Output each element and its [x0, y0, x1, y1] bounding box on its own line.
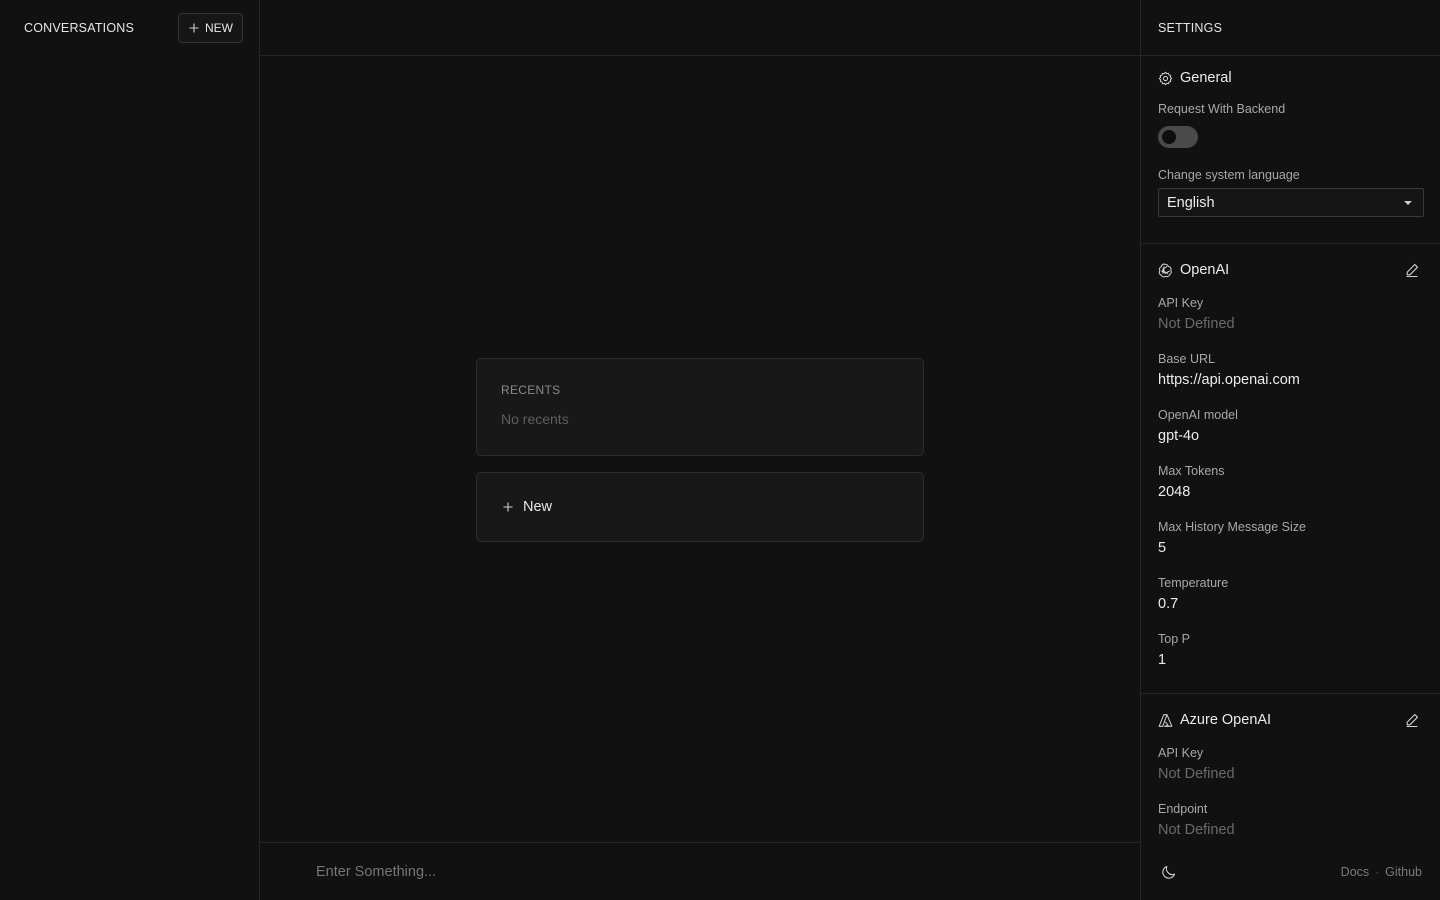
azure-title: Azure OpenAI	[1180, 712, 1272, 728]
language-select[interactable]: English	[1158, 188, 1424, 217]
azure-section: Azure OpenAI API Key Not Defined Endpoin…	[1141, 694, 1440, 858]
plus-icon	[503, 502, 513, 512]
field-label: Max Tokens	[1158, 464, 1225, 478]
openai-logo-icon	[1158, 263, 1172, 277]
field-label: OpenAI model	[1158, 408, 1238, 422]
general-header: General	[1158, 68, 1424, 88]
recents-card: RECENTS No recents	[476, 358, 924, 456]
openai-base-url-field: Base URL https://api.openai.com	[1158, 352, 1424, 408]
general-section: General Request With Backend Change syst…	[1141, 56, 1440, 244]
field-label: Max History Message Size	[1158, 520, 1306, 534]
plus-icon	[189, 23, 199, 33]
github-link[interactable]: Github	[1385, 865, 1422, 879]
language-label: Change system language	[1158, 168, 1300, 182]
main-area: RECENTS No recents New	[260, 0, 1140, 900]
footer-links: Docs · Github	[1341, 865, 1422, 879]
new-chat-card[interactable]: New	[476, 472, 924, 542]
openai-api-key-field: API Key Not Defined	[1158, 296, 1424, 352]
settings-footer: Docs · Github	[1141, 844, 1440, 900]
openai-top-p-field: Top P 1	[1158, 632, 1424, 688]
field-value: https://api.openai.com	[1158, 372, 1300, 388]
language-select-value: English	[1167, 194, 1215, 211]
message-input[interactable]	[316, 863, 1076, 880]
azure-api-key-field: API Key Not Defined	[1158, 746, 1424, 802]
openai-title: OpenAI	[1180, 262, 1230, 278]
openai-fields: API Key Not Defined Base URL https://api…	[1158, 296, 1424, 688]
openai-header: OpenAI	[1158, 260, 1424, 280]
main-header	[260, 0, 1140, 56]
footer-separator: ·	[1375, 865, 1380, 879]
azure-logo-icon	[1158, 713, 1173, 727]
field-value: Not Defined	[1158, 316, 1235, 332]
docs-link[interactable]: Docs	[1341, 865, 1369, 879]
edit-icon[interactable]	[1404, 712, 1420, 728]
settings-header: SETTINGS	[1141, 0, 1440, 56]
openai-max-tokens-field: Max Tokens 2048	[1158, 464, 1424, 520]
field-value: 5	[1158, 540, 1167, 556]
openai-section: OpenAI API Key Not Defined Base URL http…	[1141, 244, 1440, 694]
field-label: API Key	[1158, 746, 1204, 760]
recents-label: RECENTS	[501, 383, 561, 397]
settings-title: SETTINGS	[1158, 20, 1223, 35]
general-title: General	[1180, 70, 1232, 86]
field-value: 1	[1158, 652, 1167, 668]
field-value: 2048	[1158, 484, 1191, 500]
field-value: Not Defined	[1158, 822, 1235, 838]
request-backend-label: Request With Backend	[1158, 102, 1286, 116]
composer	[260, 842, 1140, 900]
moon-icon[interactable]	[1161, 864, 1177, 880]
request-backend-toggle[interactable]	[1158, 126, 1198, 148]
azure-header: Azure OpenAI	[1158, 710, 1424, 730]
openai-max-history-field: Max History Message Size 5	[1158, 520, 1424, 576]
caret-down-icon	[1404, 200, 1412, 205]
conversations-sidebar: CONVERSATIONS NEW	[0, 0, 260, 900]
openai-temperature-field: Temperature 0.7	[1158, 576, 1424, 632]
start-cards: RECENTS No recents New	[476, 358, 924, 542]
azure-fields: API Key Not Defined Endpoint Not Defined	[1158, 746, 1424, 858]
new-conversation-button-label: NEW	[205, 21, 233, 35]
field-label: Top P	[1158, 632, 1190, 646]
field-value: gpt-4o	[1158, 428, 1200, 444]
new-chat-card-label: New	[523, 499, 553, 515]
field-value: 0.7	[1158, 596, 1179, 612]
field-label: Endpoint	[1158, 802, 1208, 816]
sidebar-header: CONVERSATIONS NEW	[0, 0, 259, 56]
field-value: Not Defined	[1158, 766, 1235, 782]
sidebar-title: CONVERSATIONS	[24, 21, 135, 35]
new-conversation-button[interactable]: NEW	[178, 13, 243, 43]
field-label: Base URL	[1158, 352, 1215, 366]
recents-empty-text: No recents	[501, 411, 569, 427]
gear-icon	[1158, 71, 1173, 85]
edit-icon[interactable]	[1404, 262, 1420, 278]
openai-model-field: OpenAI model gpt-4o	[1158, 408, 1424, 464]
field-label: Temperature	[1158, 576, 1229, 590]
settings-panel: SETTINGS General Request With Backend Ch…	[1140, 0, 1440, 900]
field-label: API Key	[1158, 296, 1204, 310]
